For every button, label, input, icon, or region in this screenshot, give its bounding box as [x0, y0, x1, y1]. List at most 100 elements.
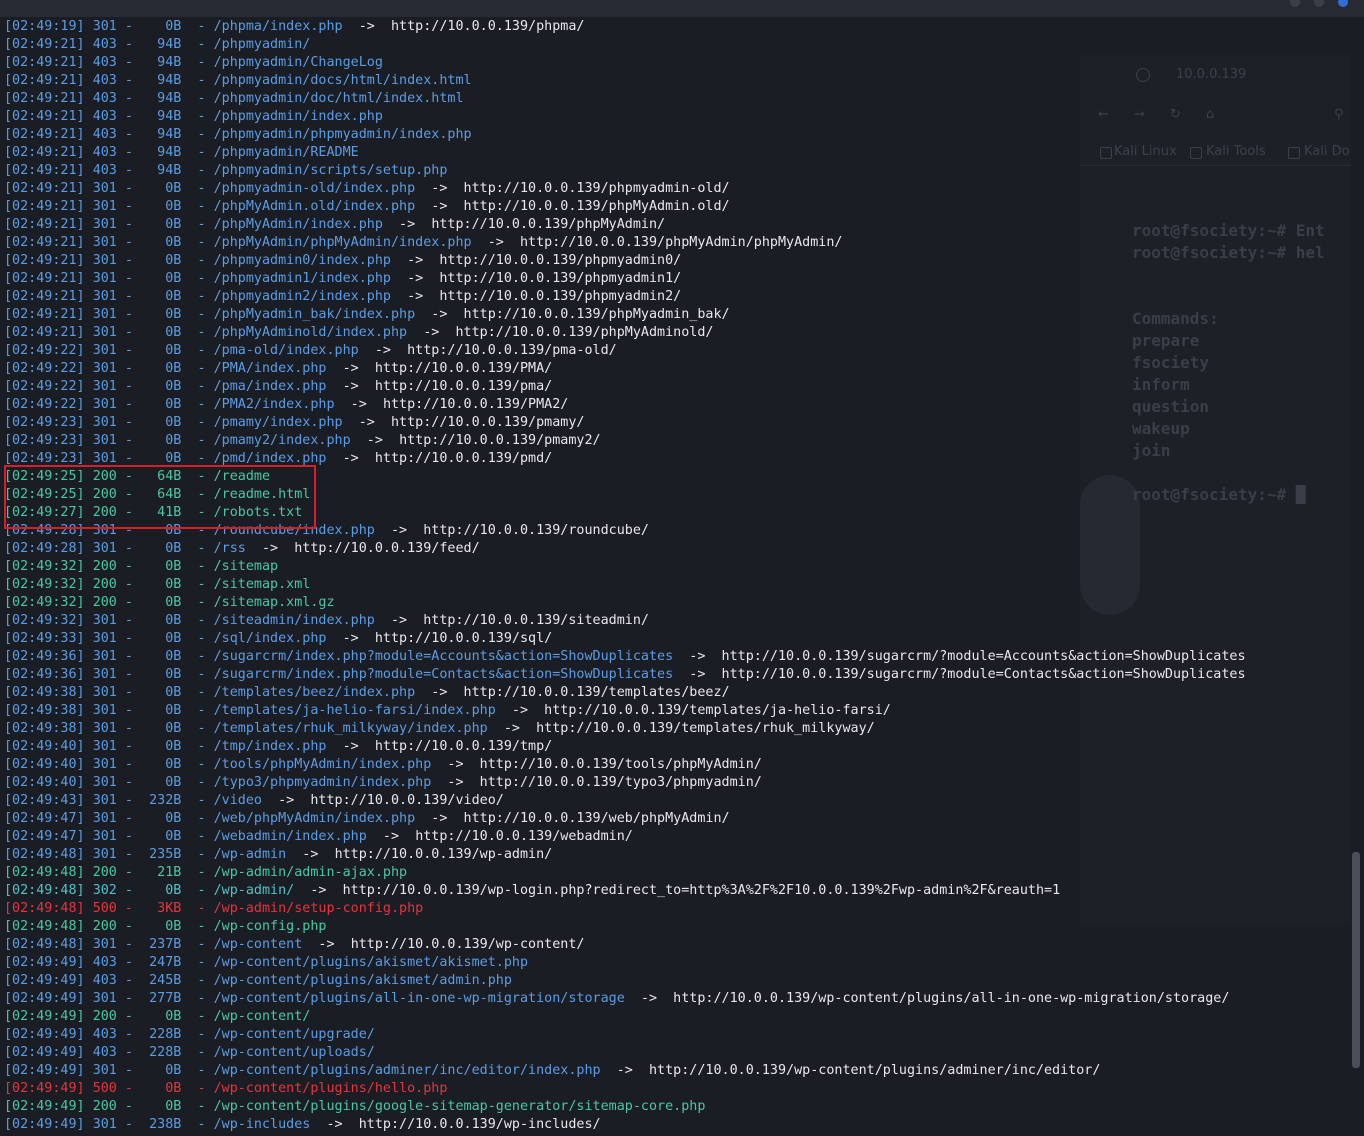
status-code: 301 — [92, 307, 117, 322]
request-path: /wp-config.php — [213, 919, 327, 934]
status-code: 301 — [92, 199, 117, 214]
response-size: 21B — [141, 865, 182, 880]
separator: - — [181, 487, 214, 502]
separator: - — [116, 55, 142, 70]
response-size: 0B — [141, 397, 182, 412]
response-size: 245B — [141, 973, 182, 988]
response-size: 94B — [141, 127, 182, 142]
scan-result-line: [02:49:22] 301 - 0B - /pma-old/index.php… — [4, 342, 617, 360]
redirect-arrow: -> — [415, 307, 464, 322]
request-path: /typo3/phpmyadmin/index.php — [213, 775, 432, 790]
scan-result-line: [02:49:28] 301 - 0B - /rss -> http://10.… — [4, 540, 480, 558]
timestamp: [02:49:23] — [4, 415, 85, 430]
redirect-arrow: -> — [326, 361, 375, 376]
separator: - — [116, 703, 142, 718]
request-path: /phpmyadmin/index.php — [213, 109, 383, 124]
separator — [85, 1045, 93, 1060]
redirect-arrow: -> — [326, 631, 375, 646]
separator: - — [116, 577, 142, 592]
separator: - — [116, 505, 142, 520]
response-size: 0B — [141, 829, 182, 844]
separator: - — [116, 1081, 142, 1096]
separator: - — [116, 883, 142, 898]
separator: - — [181, 271, 214, 286]
request-path: /phpMyAdmin/phpMyAdmin/index.php — [213, 235, 472, 250]
redirect-url: http://10.0.0.139/web/phpMyAdmin/ — [463, 811, 730, 826]
separator: - — [181, 379, 214, 394]
scan-result-line: [02:49:49] 403 - 228B - /wp-content/uplo… — [4, 1044, 375, 1062]
status-code: 403 — [92, 73, 117, 88]
request-path: /sitemap.xml.gz — [213, 595, 335, 610]
timestamp: [02:49:49] — [4, 991, 85, 1006]
response-size: 0B — [141, 541, 182, 556]
scan-result-line: [02:49:32] 200 - 0B - /sitemap.xml.gz — [4, 594, 335, 612]
status-code: 301 — [92, 451, 117, 466]
redirect-arrow: -> — [326, 739, 375, 754]
separator — [85, 361, 93, 376]
status-code: 301 — [92, 721, 117, 736]
request-path: /phpmyadmin/phpmyadmin/index.php — [213, 127, 472, 142]
separator: - — [116, 631, 142, 646]
separator — [85, 793, 93, 808]
scan-result-line: [02:49:21] 301 - 0B - /phpmyadmin2/index… — [4, 288, 681, 306]
request-path: /wp-content/plugins/adminer/inc/editor/i… — [213, 1063, 601, 1078]
response-size: 0B — [141, 1081, 182, 1096]
response-size: 0B — [141, 325, 182, 340]
status-code: 200 — [92, 919, 117, 934]
separator — [85, 973, 93, 988]
timestamp: [02:49:36] — [4, 649, 85, 664]
separator — [85, 811, 93, 826]
separator — [85, 127, 93, 142]
separator: - — [181, 937, 214, 952]
timestamp: [02:49:32] — [4, 577, 85, 592]
status-code: 301 — [92, 217, 117, 232]
response-size: 0B — [141, 1009, 182, 1024]
request-path: /phpmyadmin/ChangeLog — [213, 55, 383, 70]
separator — [85, 955, 93, 970]
separator — [85, 325, 93, 340]
terminal-output[interactable]: [02:49:19] 301 - 0B - /phpma/index.php -… — [0, 0, 1350, 1136]
separator — [85, 433, 93, 448]
separator: - — [116, 973, 142, 988]
status-code: 301 — [92, 937, 117, 952]
status-code: 301 — [92, 991, 117, 1006]
scan-result-line: [02:49:21] 301 - 0B - /phpMyAdmin/phpMyA… — [4, 234, 842, 252]
timestamp: [02:49:21] — [4, 109, 85, 124]
separator: - — [181, 793, 214, 808]
response-size: 94B — [141, 91, 182, 106]
separator: - — [116, 919, 142, 934]
scan-result-line: [02:49:47] 301 - 0B - /webadmin/index.ph… — [4, 828, 633, 846]
response-size: 94B — [141, 145, 182, 160]
redirect-arrow: -> — [302, 937, 351, 952]
request-path: /phpMyAdminold/index.php — [213, 325, 408, 340]
separator: - — [116, 37, 142, 52]
separator — [85, 379, 93, 394]
redirect-url: http://10.0.0.139/phpMyAdmin/phpMyAdmin/ — [519, 235, 843, 250]
response-size: 0B — [141, 235, 182, 250]
status-code: 403 — [92, 109, 117, 124]
redirect-url: http://10.0.0.139/templates/beez/ — [463, 685, 730, 700]
timestamp: [02:49:49] — [4, 1081, 85, 1096]
separator: - — [181, 721, 214, 736]
scrollbar-thumb[interactable] — [1352, 852, 1360, 1068]
separator — [85, 757, 93, 772]
timestamp: [02:49:21] — [4, 253, 85, 268]
timestamp: [02:49:21] — [4, 217, 85, 232]
separator — [85, 685, 93, 700]
timestamp: [02:49:25] — [4, 469, 85, 484]
status-code: 200 — [92, 595, 117, 610]
scan-result-line: [02:49:21] 301 - 0B - /phpMyadmin_bak/in… — [4, 306, 730, 324]
response-size: 0B — [141, 595, 182, 610]
scan-result-line: [02:49:47] 301 - 0B - /web/phpMyAdmin/in… — [4, 810, 730, 828]
response-size: 0B — [141, 883, 182, 898]
status-code: 403 — [92, 973, 117, 988]
timestamp: [02:49:38] — [4, 721, 85, 736]
separator: - — [116, 91, 142, 106]
status-code: 301 — [92, 343, 117, 358]
separator: - — [116, 379, 142, 394]
request-path: /phpmyadmin2/index.php — [213, 289, 391, 304]
scan-result-line: [02:49:32] 301 - 0B - /siteadmin/index.p… — [4, 612, 649, 630]
separator: - — [181, 127, 214, 142]
timestamp: [02:49:49] — [4, 1099, 85, 1114]
separator: - — [181, 703, 214, 718]
